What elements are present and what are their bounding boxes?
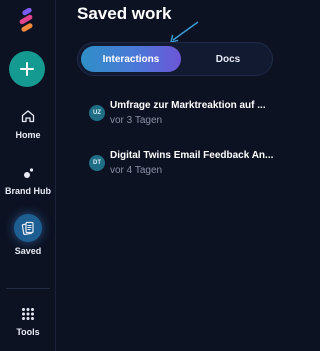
item-title: Umfrage zur Marktreaktion auf ... <box>110 100 266 111</box>
sidebar-divider <box>6 288 50 289</box>
tab-switcher: Interactions Docs <box>77 42 273 76</box>
item-title: Digital Twins Email Feedback An... <box>110 150 274 161</box>
home-icon <box>21 110 35 123</box>
saved-active-indicator <box>14 214 42 242</box>
sidebar-item-label: Brand Hub <box>5 186 51 196</box>
brand-hub-icon <box>24 168 34 178</box>
sidebar: Home Brand Hub Saved Tools <box>0 0 56 351</box>
app-window: Home Brand Hub Saved Tools Saved work In… <box>0 0 298 351</box>
item-timestamp: vor 4 Tagen <box>110 165 163 176</box>
sidebar-item-home[interactable]: Home <box>0 108 56 140</box>
tab-interactions[interactable]: Interactions <box>81 46 181 72</box>
list-item[interactable]: DT Digital Twins Email Feedback An... vo… <box>89 150 289 178</box>
avatar: UZ <box>89 105 105 121</box>
grid-icon <box>22 308 34 320</box>
pointer-arrow-icon <box>170 21 199 43</box>
saved-icon <box>21 221 34 235</box>
sidebar-item-label: Home <box>15 130 41 140</box>
sidebar-item-brand-hub[interactable]: Brand Hub <box>0 166 56 196</box>
sidebar-item-label: Saved <box>14 246 42 256</box>
plus-icon <box>20 62 34 76</box>
avatar: DT <box>89 155 105 171</box>
page-title: Saved work <box>77 4 172 23</box>
new-button[interactable] <box>9 51 45 87</box>
app-logo-icon[interactable] <box>16 8 38 34</box>
list-item[interactable]: UZ Umfrage zur Marktreaktion auf ... vor… <box>89 100 289 128</box>
sidebar-item-saved[interactable]: Saved <box>0 214 56 256</box>
tab-docs[interactable]: Docs <box>186 46 270 72</box>
sidebar-item-label: Tools <box>16 327 40 337</box>
sidebar-item-tools[interactable]: Tools <box>0 307 56 337</box>
item-timestamp: vor 3 Tagen <box>110 115 163 126</box>
